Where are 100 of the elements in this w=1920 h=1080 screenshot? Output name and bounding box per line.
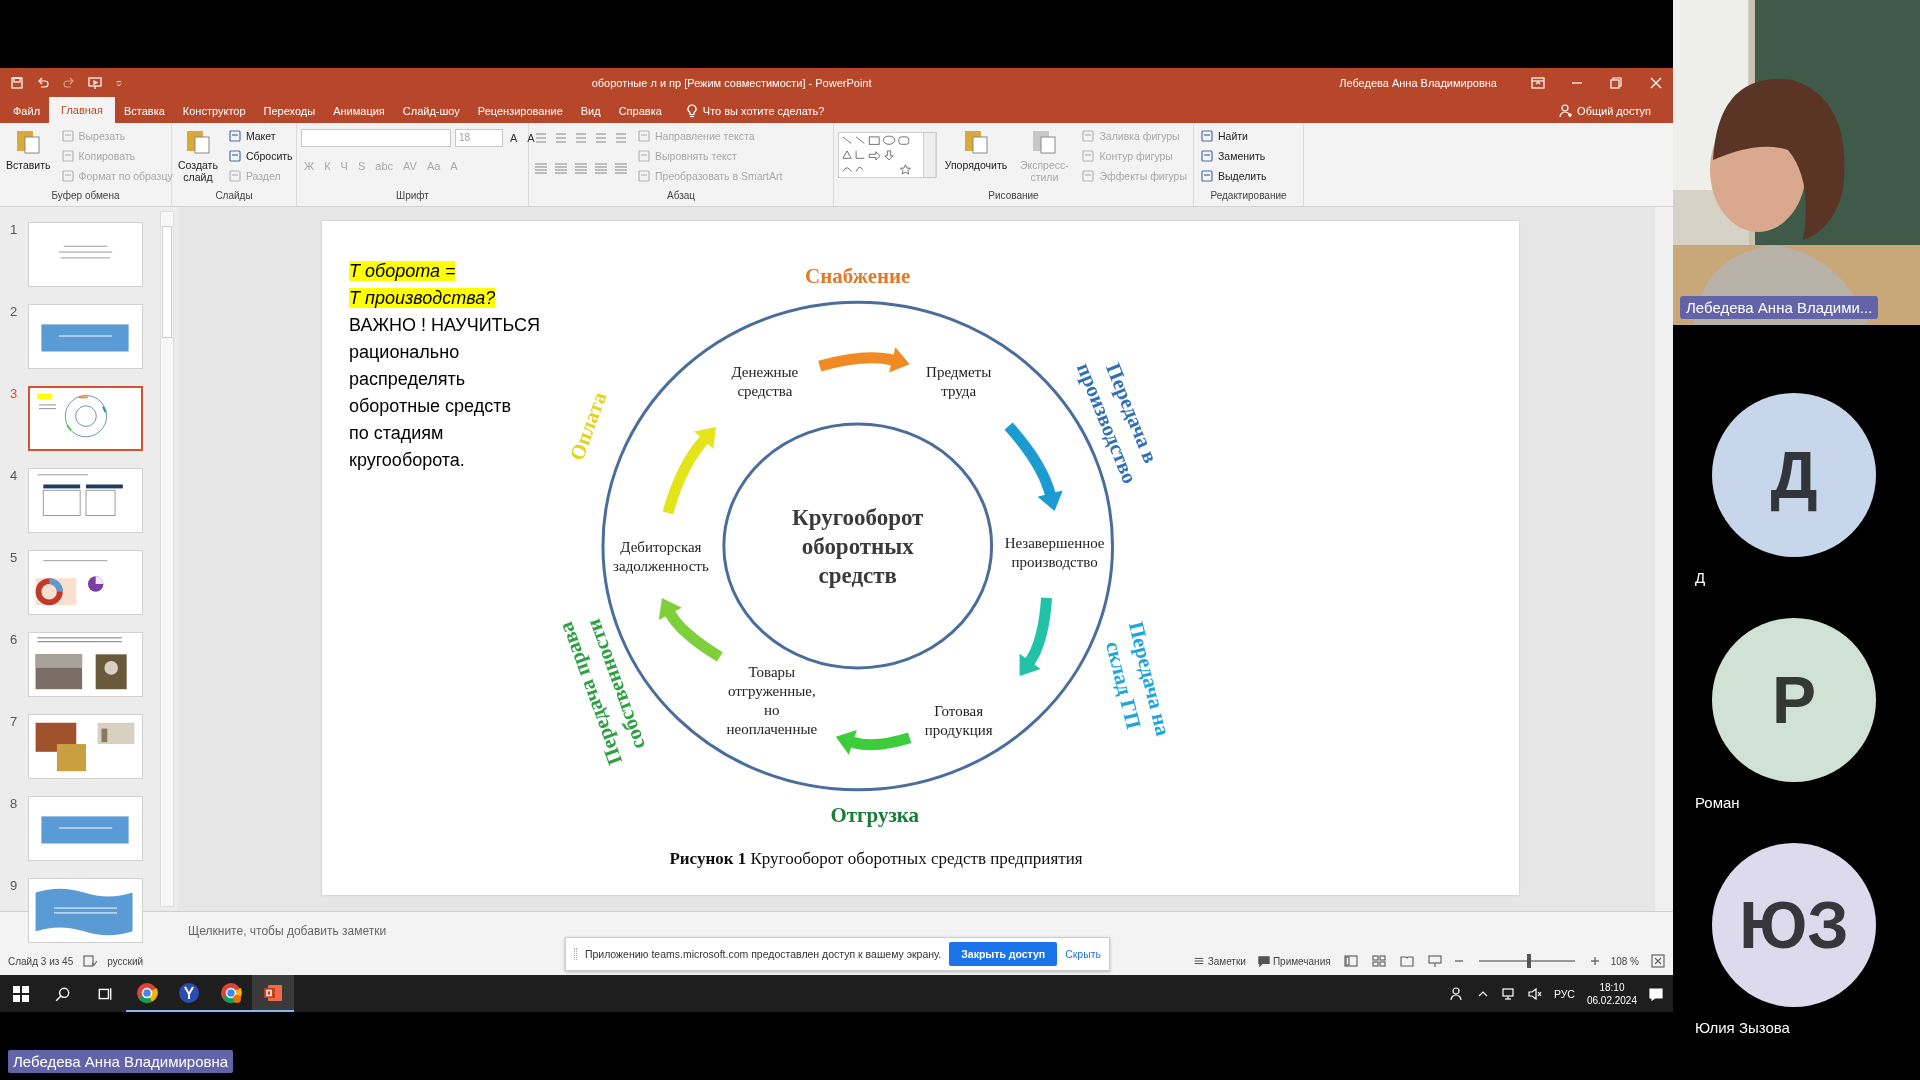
presentation-app-icon <box>263 982 283 1003</box>
ribbon-tab[interactable]: Файл <box>4 99 50 123</box>
windows-logo-icon <box>13 985 29 1002</box>
format-button[interactable]: A <box>524 128 538 148</box>
slide-number: 3 <box>9 386 19 401</box>
stop-sharing-button[interactable]: Закрыть доступ <box>949 942 1058 966</box>
speaker-muted-icon <box>1527 986 1542 1001</box>
user-name: Лебедева Анна Владимировна <box>1339 76 1497 89</box>
tool-icon <box>60 148 75 163</box>
notice-text: Приложению teams.microsoft.com предоставлен доступ к вашему экрану. <box>584 948 942 960</box>
slide-number: 4 <box>9 468 19 483</box>
ribbon-button[interactable]: Упорядочить <box>942 127 1010 171</box>
close-icon <box>1649 75 1663 90</box>
list-icon <box>573 131 589 145</box>
notes-button[interactable]: Заметки <box>1192 955 1246 967</box>
ribbon-button[interactable]: Заменить <box>1198 147 1269 164</box>
participant-name: Д <box>1695 569 1707 586</box>
slide-number: 5 <box>9 550 19 565</box>
stage-label: Дебиторская задолженность <box>612 539 709 575</box>
figure-caption: Рисунок 1 Кругооборот оборотных средств предприятия <box>669 849 1083 869</box>
ribbon-tab[interactable]: Слайд-шоу <box>393 99 469 123</box>
spellcheck-icon <box>83 954 98 968</box>
tool-icon <box>1081 168 1096 183</box>
ribbon-tab[interactable]: Рецензирование <box>468 99 572 123</box>
ribbon-button[interactable]: Сбросить <box>225 147 295 164</box>
slide-number: 6 <box>9 632 19 647</box>
tool-icon <box>227 168 242 183</box>
ribbon-tab[interactable]: Справка <box>609 99 671 123</box>
format-button[interactable]: A <box>507 128 521 148</box>
scrollbar[interactable] <box>1655 207 1673 911</box>
ribbon-tab[interactable]: Переходы <box>254 99 325 123</box>
font-size-field[interactable]: 18 <box>455 129 503 147</box>
input-language[interactable]: РУС <box>1553 987 1575 1000</box>
normal-view-icon <box>1342 954 1359 968</box>
phase-label: Передача на склад ГП <box>1100 619 1176 739</box>
slideshow-view-icon <box>1426 954 1443 968</box>
group-label: Редактирование <box>1209 190 1288 203</box>
avatar: Р <box>1712 618 1876 782</box>
ribbon-button[interactable]: Найти <box>1198 127 1269 144</box>
tool-icon <box>1081 128 1096 143</box>
tool-icon <box>227 148 242 163</box>
comments-button[interactable]: Примечания <box>1257 955 1331 967</box>
ribbon-tab[interactable]: Вид <box>571 99 610 123</box>
slide-text: ВАЖНО ! НАУЧИТЬСЯ рационально распределять оборотные средств по стадиям кругооборота. <box>349 314 542 472</box>
ribbon-display-icon <box>1531 75 1545 90</box>
browser-icon <box>220 981 242 1004</box>
slideshow-icon <box>88 75 102 90</box>
ribbon-button[interactable]: Макет <box>225 127 295 144</box>
ribbon-tab[interactable]: Конструктор <box>173 99 255 123</box>
stage-label: Незавершенное производство <box>1004 535 1105 571</box>
hide-link[interactable]: Скрыть <box>1065 948 1101 960</box>
tool-icon <box>1200 128 1214 143</box>
lightbulb-icon <box>684 104 699 118</box>
ribbon-tab[interactable]: Анимация <box>324 99 394 123</box>
ribbon-tab[interactable]: Вставка <box>114 99 174 123</box>
ribbon-button[interactable]: Создать слайд <box>176 127 220 183</box>
align-icon <box>613 161 629 175</box>
align-icon <box>533 161 549 175</box>
undo-icon <box>36 75 50 90</box>
group-label: Рисование <box>987 190 1040 203</box>
participant-name: Лебедева Анна Владими... <box>1680 296 1879 319</box>
person-icon <box>1449 986 1464 1001</box>
avatar: ЮЗ <box>1712 843 1876 1007</box>
tool-icon <box>1081 148 1096 163</box>
scrollbar[interactable] <box>160 211 174 907</box>
phase-label: Отгрузка <box>830 802 919 827</box>
slide-thumbnail[interactable] <box>28 386 143 451</box>
taskbar-app[interactable] <box>252 975 294 1012</box>
tool-icon <box>637 128 651 143</box>
tool-icon <box>1200 168 1214 183</box>
tell-me-search[interactable]: Что вы хотите сделать? <box>678 99 831 123</box>
share-button[interactable]: Общий доступ <box>1553 99 1657 123</box>
clock[interactable]: 18:10 06.02.2024 <box>1586 980 1637 1007</box>
ribbon-button[interactable]: Вставить <box>4 127 53 171</box>
list-icon <box>553 131 569 145</box>
ribbon-tab[interactable]: Главная <box>49 97 115 123</box>
zoom-level[interactable]: 108 % <box>1610 955 1639 967</box>
minimize-icon <box>1571 81 1583 84</box>
slide-counter: Слайд 3 из 45 <box>8 955 74 967</box>
tool-icon <box>637 168 651 183</box>
font-name-field[interactable] <box>301 129 451 147</box>
list-icon <box>613 131 629 145</box>
zoom-in-icon[interactable] <box>1590 957 1599 965</box>
save-icon <box>10 75 24 90</box>
notes-icon <box>1192 955 1205 967</box>
zoom-slider-thumb[interactable] <box>1526 954 1531 968</box>
tool-icon <box>637 148 651 163</box>
slide-number: 8 <box>9 796 19 811</box>
slide-number: 7 <box>9 714 19 729</box>
language-label[interactable]: русский <box>107 955 144 967</box>
window-title: оборотные л и пр [Режим совместимости] - PowerPoint <box>590 76 873 89</box>
ribbon-button[interactable]: Выделить <box>1198 167 1269 184</box>
list-icon <box>533 131 549 145</box>
stage-label: Денежные средства <box>731 363 798 399</box>
slide-number: 1 <box>9 222 19 237</box>
group-label: Абзац <box>665 190 697 203</box>
align-icon <box>593 161 609 175</box>
stage-label: Предметы труда <box>925 363 991 399</box>
center-label: Кругооборот оборотных средств <box>791 504 924 588</box>
browser-icon <box>136 981 158 1004</box>
